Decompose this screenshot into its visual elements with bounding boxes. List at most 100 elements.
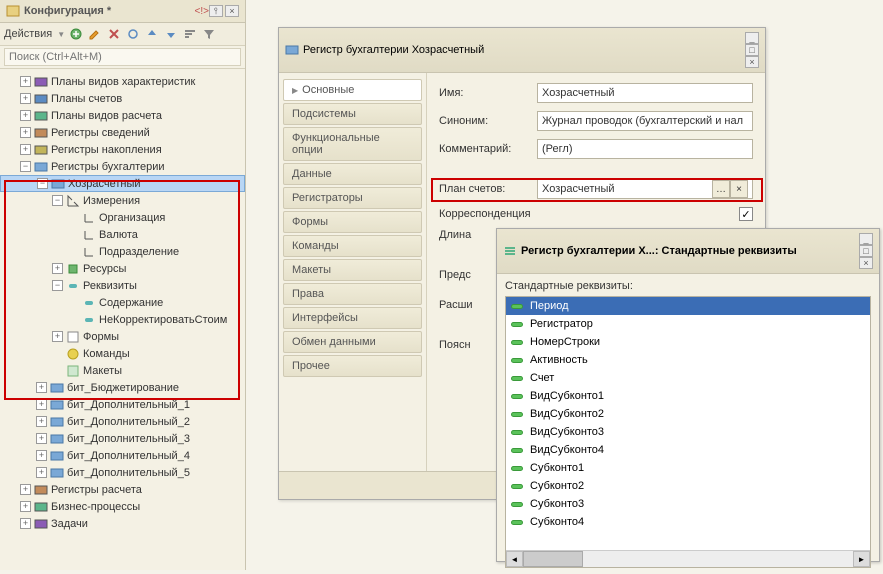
scroll-track[interactable] <box>523 551 853 567</box>
tree-node[interactable]: + Планы счетов <box>0 90 245 107</box>
list-item[interactable]: Активность <box>506 351 870 369</box>
expander-icon[interactable]: + <box>20 93 31 104</box>
expander-icon[interactable]: + <box>20 76 31 87</box>
tree-node[interactable]: − Реквизиты <box>0 277 245 294</box>
category-Интерфейсы[interactable]: Интерфейсы <box>283 307 422 329</box>
scroll-right-button[interactable]: ► <box>853 551 870 567</box>
category-Данные[interactable]: Данные <box>283 163 422 185</box>
list-item[interactable]: Регистратор <box>506 315 870 333</box>
name-input[interactable] <box>537 83 753 103</box>
close-button[interactable]: × <box>859 257 873 269</box>
close-tree-button[interactable]: × <box>225 5 239 17</box>
expander-icon[interactable]: + <box>36 467 47 478</box>
expander-icon[interactable]: + <box>36 382 47 393</box>
scroll-thumb[interactable] <box>523 551 583 567</box>
up-icon[interactable] <box>144 26 160 42</box>
list-item[interactable]: Субконто3 <box>506 495 870 513</box>
category-Права[interactable]: Права <box>283 283 422 305</box>
tree-node[interactable]: Содержание <box>0 294 245 311</box>
actions-menu[interactable]: Действия <box>4 28 52 40</box>
tree-node[interactable]: + Регистры расчета <box>0 481 245 498</box>
tree-node-accounting-registers[interactable]: − Регистры бухгалтерии <box>0 158 245 175</box>
plan-combo[interactable]: Хозрасчетный … × <box>537 179 753 199</box>
expander-icon[interactable]: + <box>20 144 31 155</box>
list-item[interactable]: Период <box>506 297 870 315</box>
expander-icon[interactable]: − <box>37 178 48 189</box>
category-Регистраторы[interactable]: Регистраторы <box>283 187 422 209</box>
tree-node[interactable]: − Измерения <box>0 192 245 209</box>
tree-node[interactable]: Подразделение <box>0 243 245 260</box>
tree-node[interactable]: + бит_Дополнительный_4 <box>0 447 245 464</box>
category-Формы[interactable]: Формы <box>283 211 422 233</box>
corr-checkbox[interactable]: ✓ <box>739 207 753 221</box>
add-icon[interactable] <box>68 26 84 42</box>
tree-node[interactable]: + бит_Дополнительный_5 <box>0 464 245 481</box>
tree-node[interactable]: + бит_Дополнительный_3 <box>0 430 245 447</box>
tree-node[interactable]: + бит_Дополнительный_1 <box>0 396 245 413</box>
scroll-left-button[interactable]: ◄ <box>506 551 523 567</box>
tree-node[interactable]: Валюта <box>0 226 245 243</box>
minimize-button[interactable]: _ <box>745 32 759 44</box>
tree-node[interactable]: + Регистры сведений <box>0 124 245 141</box>
horizontal-scrollbar[interactable]: ◄ ► <box>506 550 870 567</box>
category-Обмен данными[interactable]: Обмен данными <box>283 331 422 353</box>
list-item[interactable]: ВидСубконто4 <box>506 441 870 459</box>
list-item[interactable]: Субконто4 <box>506 513 870 531</box>
tree-node[interactable]: + Задачи <box>0 515 245 532</box>
list-item[interactable]: ВидСубконто2 <box>506 405 870 423</box>
expander-icon[interactable]: + <box>20 127 31 138</box>
expander-icon[interactable]: + <box>36 416 47 427</box>
tree-node[interactable]: НеКорректироватьСтоим <box>0 311 245 328</box>
maximize-button[interactable]: □ <box>745 44 759 56</box>
refresh-icon[interactable] <box>125 26 141 42</box>
down-icon[interactable] <box>163 26 179 42</box>
category-Прочее[interactable]: Прочее <box>283 355 422 377</box>
category-Подсистемы[interactable]: Подсистемы <box>283 103 422 125</box>
tree-node-hozraschetny[interactable]: − Хозрасчетный <box>0 175 245 192</box>
pin-button[interactable]: ⫯ <box>209 5 223 17</box>
expander-icon[interactable]: − <box>52 195 63 206</box>
tree-node[interactable]: Организация <box>0 209 245 226</box>
expander-icon[interactable]: + <box>36 450 47 461</box>
edit-icon[interactable] <box>87 26 103 42</box>
tree-node[interactable]: + Планы видов характеристик <box>0 73 245 90</box>
actions-dropdown-icon[interactable]: ▼ <box>57 30 65 39</box>
tree-node[interactable]: + Планы видов расчета <box>0 107 245 124</box>
comment-input[interactable] <box>537 139 753 159</box>
expander-icon[interactable]: + <box>20 518 31 529</box>
tree-node[interactable]: + бит_Бюджетирование <box>0 379 245 396</box>
minimize-button[interactable]: _ <box>859 233 873 245</box>
expander-icon[interactable]: + <box>52 331 63 342</box>
expander-icon[interactable]: − <box>20 161 31 172</box>
list-item[interactable]: Счет <box>506 369 870 387</box>
clear-button[interactable]: × <box>730 180 748 198</box>
expander-icon[interactable]: + <box>20 484 31 495</box>
filter-icon[interactable] <box>201 26 217 42</box>
tree-node[interactable]: Макеты <box>0 362 245 379</box>
expander-icon[interactable]: + <box>20 110 31 121</box>
maximize-button[interactable]: □ <box>859 245 873 257</box>
expander-icon[interactable]: + <box>36 399 47 410</box>
search-input[interactable] <box>4 48 241 66</box>
list-item[interactable]: Субконто1 <box>506 459 870 477</box>
expander-icon[interactable]: + <box>36 433 47 444</box>
sort-icon[interactable] <box>182 26 198 42</box>
tree-node[interactable]: + Бизнес-процессы <box>0 498 245 515</box>
tree-node[interactable]: + Формы <box>0 328 245 345</box>
list-item[interactable]: ВидСубконто3 <box>506 423 870 441</box>
expander-icon[interactable]: + <box>52 263 63 274</box>
close-button[interactable]: × <box>745 56 759 68</box>
list-item[interactable]: ВидСубконто1 <box>506 387 870 405</box>
list-item[interactable]: Субконто2 <box>506 477 870 495</box>
category-Функциональные опции[interactable]: Функциональные опции <box>283 127 422 161</box>
category-Команды[interactable]: Команды <box>283 235 422 257</box>
tree-node[interactable]: + Регистры накопления <box>0 141 245 158</box>
stdattr-list[interactable]: ПериодРегистраторНомерСтрокиАктивностьСч… <box>505 296 871 568</box>
expander-icon[interactable]: − <box>52 280 63 291</box>
category-Основные[interactable]: ▶Основные <box>283 79 422 101</box>
browse-button[interactable]: … <box>712 180 730 198</box>
synonym-input[interactable] <box>537 111 753 131</box>
expander-icon[interactable]: + <box>20 501 31 512</box>
list-item[interactable]: НомерСтроки <box>506 333 870 351</box>
tree-node[interactable]: + Ресурсы <box>0 260 245 277</box>
